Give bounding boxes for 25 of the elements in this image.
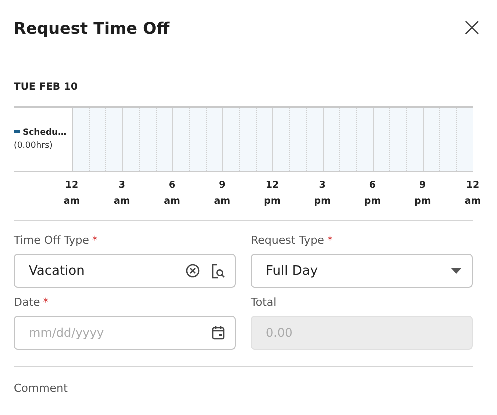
comment-label: Comment (14, 382, 69, 395)
time-tick-label: 9 am (214, 179, 231, 209)
timeline-date: TUE FEB 10 (14, 82, 79, 93)
time-tick-label: 3 am (114, 179, 130, 209)
field-label: Total (251, 296, 278, 309)
field-label: Time Off Type * (14, 234, 99, 247)
time-tick-label: 12 am (464, 179, 482, 209)
time-off-type-field[interactable]: Vacation (14, 254, 236, 288)
time-tick-label: 6 pm (364, 179, 382, 209)
legend-label: Schedu… (23, 128, 67, 138)
time-tick-label: 12 am (64, 179, 80, 209)
time-tick-label: 6 am (164, 179, 180, 209)
search-icon[interactable] (212, 264, 225, 278)
close-button[interactable]: × (461, 15, 483, 41)
time-tick-label: 9 pm (414, 179, 432, 209)
time-tick-label: 3 pm (314, 179, 331, 209)
time-tick-label: 12 pm (264, 179, 281, 209)
calendar-icon[interactable] (212, 326, 225, 340)
dropdown-caret-icon[interactable] (451, 268, 462, 274)
field-label: Date * (14, 296, 50, 309)
request-type-dropdown[interactable]: Full Day (251, 254, 473, 288)
dialog-title: Request Time Off (14, 18, 170, 38)
legend-hours: (0.00hrs) (14, 141, 54, 151)
clear-icon[interactable] (186, 264, 200, 278)
field-label: Request Type * (251, 234, 334, 247)
